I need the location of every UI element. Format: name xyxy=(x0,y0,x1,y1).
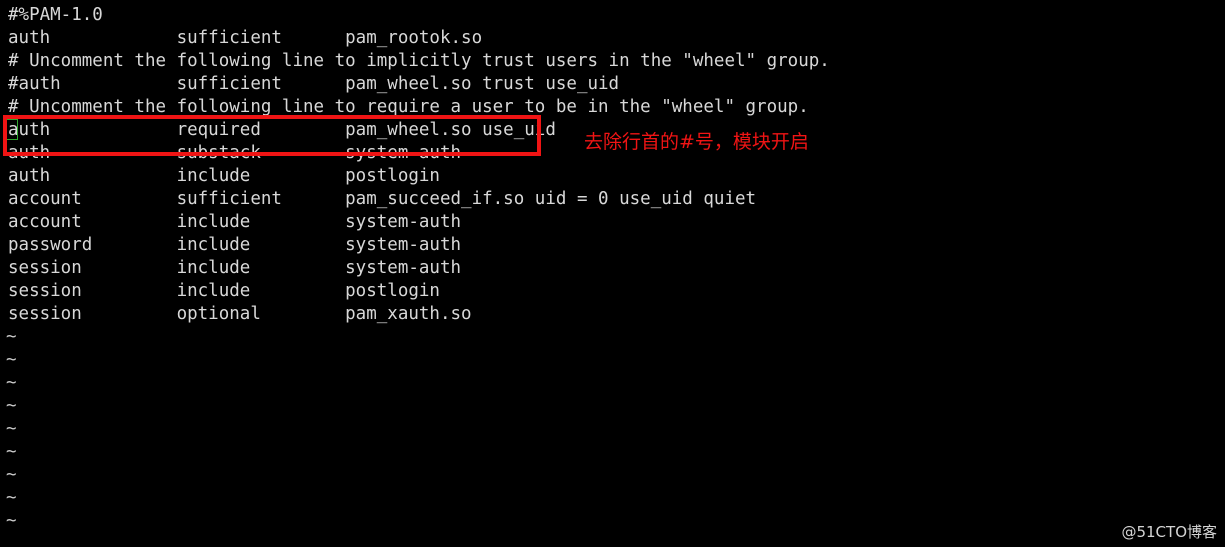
watermark: @51CTO博客 xyxy=(1121,523,1217,541)
empty-line-marker: ~ xyxy=(6,465,17,485)
empty-line-marker: ~ xyxy=(6,350,17,370)
empty-line-marker: ~ xyxy=(6,511,17,531)
text-line[interactable]: session include postlogin xyxy=(8,280,440,303)
empty-line-marker: ~ xyxy=(6,419,17,439)
text-line[interactable]: auth include postlogin xyxy=(8,165,440,188)
text-buffer[interactable]: #%PAM-1.0 auth sufficient pam_rootok.so # … xyxy=(0,0,1225,547)
text-line[interactable]: password include system-auth xyxy=(8,234,461,257)
text-line[interactable]: auth required pam_wheel.so use_uid xyxy=(8,119,556,142)
terminal-screen: #%PAM-1.0 auth sufficient pam_rootok.so # … xyxy=(0,0,1225,547)
text-line[interactable]: session include system-auth xyxy=(8,257,461,280)
empty-line-marker: ~ xyxy=(6,488,17,508)
text-line[interactable]: # Uncomment the following line to requir… xyxy=(8,96,809,119)
empty-line-marker: ~ xyxy=(6,327,17,347)
annotation-note: 去除行首的#号，模块开启 xyxy=(584,131,809,153)
text-line[interactable]: account include system-auth xyxy=(8,211,461,234)
text-line[interactable]: #auth sufficient pam_wheel.so trust use_… xyxy=(8,73,619,96)
empty-line-marker: ~ xyxy=(6,396,17,416)
empty-line-marker: ~ xyxy=(6,373,17,393)
text-line[interactable]: auth substack system-auth xyxy=(8,142,461,165)
text-line[interactable]: #%PAM-1.0 xyxy=(8,4,103,27)
text-line[interactable]: session optional pam_xauth.so xyxy=(8,303,472,326)
text-line[interactable]: auth sufficient pam_rootok.so xyxy=(8,27,482,50)
text-line[interactable]: account sufficient pam_succeed_if.so uid… xyxy=(8,188,756,211)
text-line[interactable]: # Uncomment the following line to implic… xyxy=(8,50,830,73)
empty-line-marker: ~ xyxy=(6,442,17,462)
